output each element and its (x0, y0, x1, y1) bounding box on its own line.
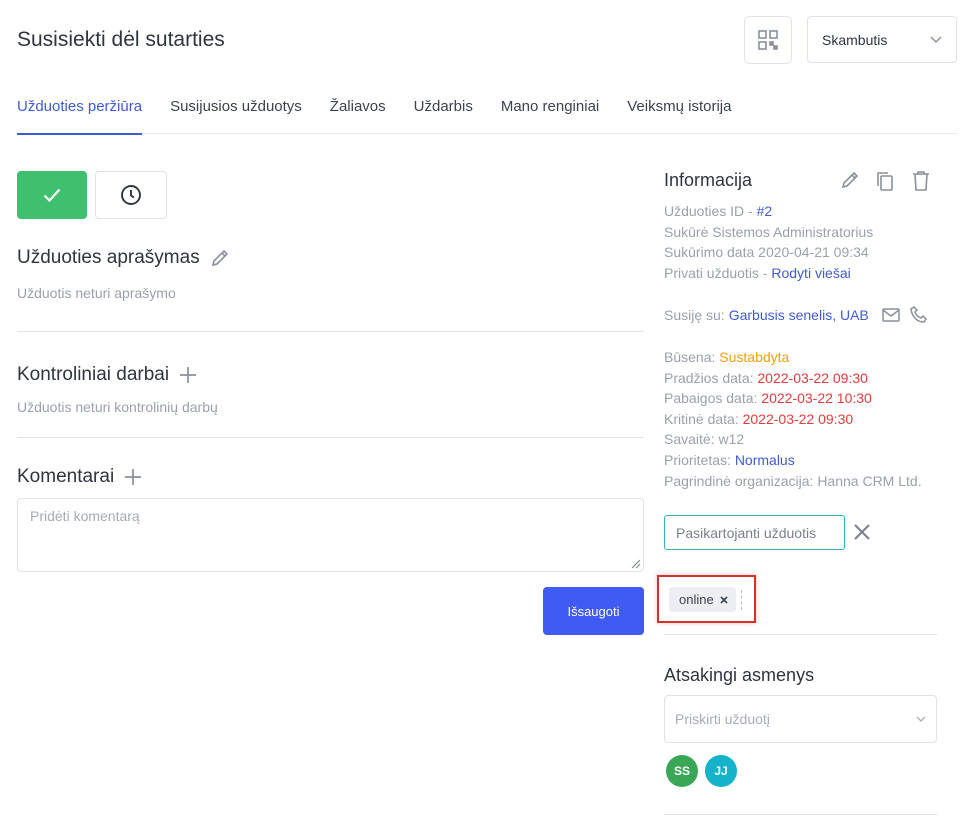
critical-date-line: Kritinė data: 2022-03-22 09:30 (664, 409, 934, 430)
info-title: Informacija (664, 170, 753, 190)
close-icon[interactable] (853, 523, 871, 541)
task-id-line: Užduoties ID - #2 (664, 201, 934, 222)
priority-line: Prioritetas: Normalus (664, 450, 934, 471)
mail-icon[interactable] (882, 308, 900, 322)
plus-icon[interactable] (179, 366, 197, 384)
info-details-top: Užduoties ID - #2 Sukūrė Sistemos Admini… (664, 201, 934, 283)
check-icon (43, 188, 61, 202)
pencil-icon[interactable] (210, 248, 230, 268)
divider (664, 634, 937, 635)
recurring-task-button[interactable]: Pasikartojanti užduotis (664, 515, 845, 550)
task-id-link[interactable]: #2 (757, 203, 773, 219)
show-public-link[interactable]: Rodyti viešai (771, 265, 850, 281)
private-line: Privati užduotis - Rodyti viešai (664, 263, 934, 284)
created-date: Sukūrimo data 2020-04-21 09:34 (664, 244, 869, 261)
save-comment-button[interactable]: Išsaugoti (543, 587, 644, 635)
organization-line: Pagrindinė organizacija: Hanna CRM Ltd. (664, 472, 922, 489)
end-date-value: 2022-03-22 10:30 (761, 390, 872, 407)
responsible-title: Atsakingi asmenys (664, 665, 815, 685)
control-works-empty-text: Užduotis neturi kontrolinių darbų (17, 399, 218, 415)
tab-action-history[interactable]: Veiksmų istorija (627, 88, 731, 134)
complete-task-button[interactable] (17, 171, 87, 219)
divider (17, 437, 644, 438)
start-date-value: 2022-03-22 09:30 (757, 369, 868, 386)
status-value: Sustabdyta (719, 349, 790, 365)
critical-date-value: 2022-03-22 09:30 (742, 410, 854, 427)
resize-grip-icon[interactable] (631, 559, 641, 569)
week-line: Savaitė: w12 (664, 431, 745, 448)
clock-icon (121, 185, 141, 205)
tag-chip[interactable]: online (669, 587, 736, 612)
comments-header: Komentarai (17, 466, 142, 488)
tab-earnings[interactable]: Uždarbis (414, 88, 473, 134)
description-title: Užduoties aprašymas (17, 247, 200, 268)
end-date-label: Pabaigos data: (664, 390, 762, 407)
task-type-select[interactable]: Skambutis (807, 16, 957, 63)
priority-label: Prioritetas: (664, 451, 735, 468)
avatar[interactable]: SS (666, 755, 698, 787)
tab-my-events[interactable]: Mano renginiai (501, 88, 599, 134)
chevron-down-icon (916, 716, 926, 722)
tab-bar: Užduoties peržiūra Susijusios užduotys Ž… (17, 88, 957, 135)
related-company-link[interactable]: Garbusis senelis, UAB (729, 307, 869, 323)
priority-value[interactable]: Normalus (735, 452, 795, 468)
page-title: Susisiekti dėl sutarties (17, 28, 225, 51)
divider (664, 814, 937, 815)
control-works-title: Kontroliniai darbai (17, 364, 170, 385)
related-label: Susiję su: (664, 307, 725, 323)
description-header: Užduoties aprašymas (17, 247, 230, 269)
comments-title: Komentarai (17, 466, 115, 487)
info-details-bottom: Būsena: Sustabdyta Pradžios data: 2022-0… (664, 347, 934, 491)
comment-placeholder: Pridėti komentarą (30, 508, 140, 524)
remove-tag-icon[interactable] (720, 595, 728, 604)
status-line: Būsena: Sustabdyta (664, 347, 934, 368)
assign-task-select[interactable]: Priskirti užduotį (664, 695, 937, 743)
task-id-label: Užduoties ID - (664, 203, 757, 219)
trash-icon[interactable] (911, 170, 931, 192)
start-date-label: Pradžios data: (664, 369, 758, 386)
qr-code-button[interactable] (744, 16, 792, 64)
chevron-down-icon (930, 36, 942, 43)
avatar[interactable]: JJ (705, 755, 737, 787)
created-by: Sukūrė Sistemos Administratorius (664, 223, 874, 240)
private-label: Privati užduotis - (664, 264, 772, 281)
critical-date-label: Kritinė data: (664, 410, 743, 427)
control-works-header: Kontroliniai darbai (17, 364, 197, 386)
phone-icon[interactable] (909, 306, 928, 324)
pencil-icon[interactable] (840, 170, 860, 190)
comment-textarea[interactable]: Pridėti komentarą (17, 498, 644, 572)
description-empty-text: Užduotis neturi aprašymo (17, 285, 176, 301)
end-date-line: Pabaigos data: 2022-03-22 10:30 (664, 388, 934, 409)
status-label: Būsena: (664, 349, 720, 365)
assign-placeholder: Priskirti užduotį (675, 711, 770, 727)
tab-task-overview[interactable]: Užduoties peržiūra (17, 88, 143, 135)
start-date-line: Pradžios data: 2022-03-22 09:30 (664, 368, 934, 389)
tag-input-cursor[interactable] (741, 590, 742, 610)
related-line: Susiję su: Garbusis senelis, UAB (664, 306, 928, 324)
copy-icon[interactable] (874, 170, 896, 192)
postpone-task-button[interactable] (95, 171, 167, 219)
qr-code-icon (758, 30, 778, 50)
task-type-value: Skambutis (822, 31, 888, 48)
plus-icon[interactable] (124, 468, 142, 486)
tab-materials[interactable]: Žaliavos (330, 88, 386, 134)
divider (17, 331, 644, 332)
tab-related-tasks[interactable]: Susijusios užduotys (170, 88, 302, 134)
tag-label: online (679, 592, 714, 607)
